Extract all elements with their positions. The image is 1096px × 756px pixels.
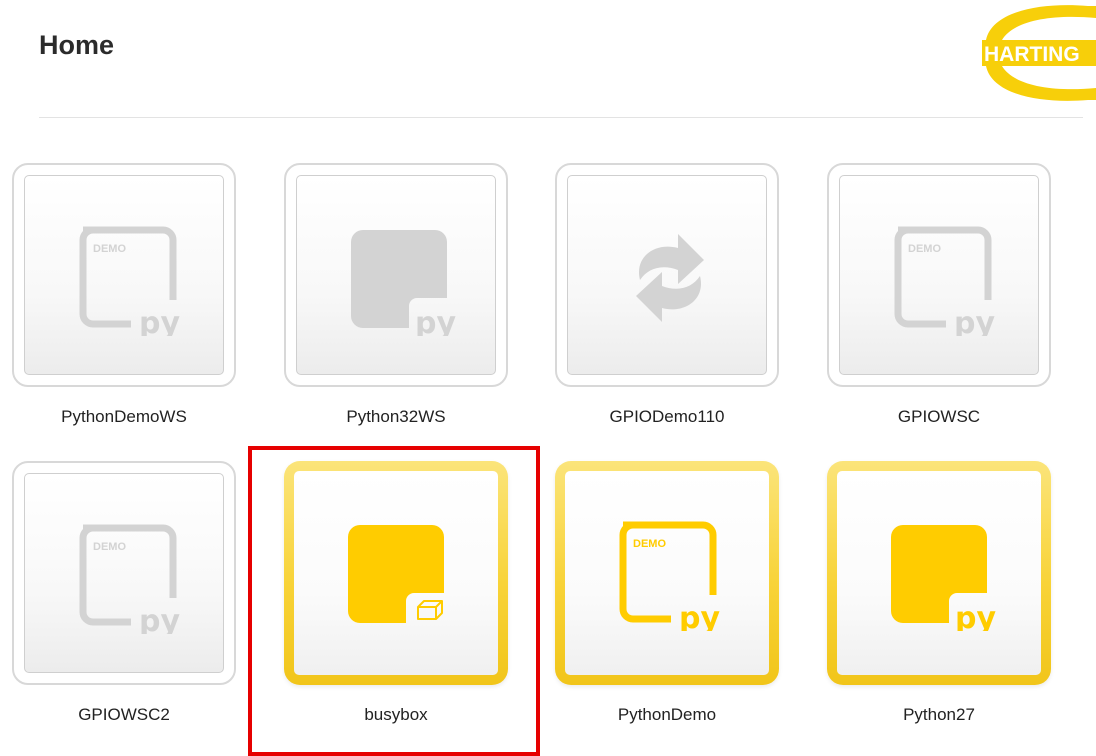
container-icon — [348, 525, 444, 623]
svg-text:py: py — [415, 306, 456, 336]
app-tile-pythondemows[interactable]: DEMO py — [12, 163, 236, 387]
svg-text:DEMO: DEMO — [633, 538, 666, 550]
app-tile-python27[interactable]: py — [827, 461, 1051, 685]
tile-face — [567, 175, 767, 375]
app-tile-pythondemo[interactable]: DEMO py — [555, 461, 779, 685]
svg-text:DEMO: DEMO — [908, 243, 941, 255]
sync-arrows-icon — [636, 234, 704, 322]
svg-text:py: py — [954, 306, 995, 336]
python-demo-icon: DEMO py — [79, 524, 180, 634]
logo-text: HARTING — [984, 43, 1080, 66]
svg-text:DEMO: DEMO — [93, 541, 126, 553]
app-label: Python32WS — [346, 407, 446, 426]
tile-face — [294, 471, 498, 675]
app-label: busybox — [364, 705, 428, 724]
app-label: Python27 — [903, 705, 975, 724]
python-demo-icon: DEMO py — [894, 226, 995, 336]
page-title: Home — [39, 30, 115, 60]
python-icon: py — [891, 525, 996, 631]
app-tile-gpiowsc2[interactable]: DEMO py — [12, 461, 236, 685]
python-demo-icon: DEMO py — [79, 226, 180, 336]
svg-text:DEMO: DEMO — [93, 243, 126, 255]
app-tile-gpiowsc[interactable]: DEMO py — [827, 163, 1051, 387]
app-tile-busybox[interactable] — [284, 461, 508, 685]
app-label: GPIOWSC2 — [78, 705, 170, 724]
app-tile-gpiodemo110[interactable] — [555, 163, 779, 387]
app-label: GPIODemo110 — [609, 407, 725, 426]
python-demo-icon: DEMO py — [619, 521, 720, 631]
svg-text:py: py — [955, 601, 996, 631]
app-label: PythonDemo — [617, 705, 717, 724]
app-tile-python32ws[interactable]: py — [284, 163, 508, 387]
tile-face: py — [296, 175, 496, 375]
tile-face: py — [837, 471, 1041, 675]
app-label: PythonDemoWS — [61, 407, 187, 426]
tile-face: DEMO py — [24, 175, 224, 375]
svg-text:py: py — [679, 601, 720, 631]
python-icon: py — [351, 230, 456, 336]
tile-face: DEMO py — [839, 175, 1039, 375]
header-divider — [39, 117, 1083, 118]
svg-text:py: py — [139, 306, 180, 336]
tile-face: DEMO py — [24, 473, 224, 673]
app-label: GPIOWSC — [897, 407, 981, 426]
tile-face: DEMO py — [565, 471, 769, 675]
svg-text:py: py — [139, 604, 180, 634]
harting-logo[interactable]: HARTING — [978, 0, 1096, 104]
